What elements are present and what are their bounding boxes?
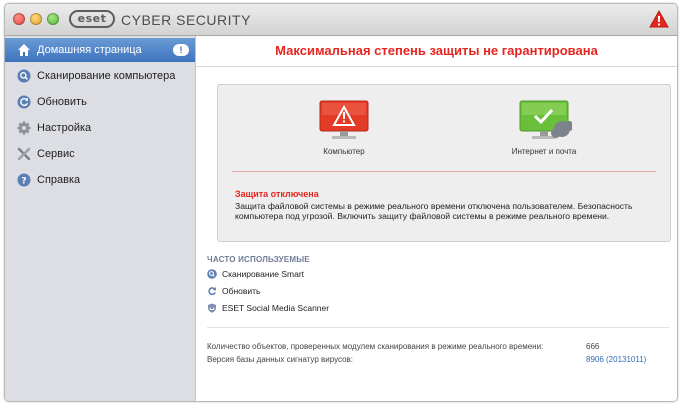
computer-status-card[interactable]: Компьютер [274, 99, 414, 161]
help-icon: ? [17, 173, 31, 187]
sidebar-item-update[interactable]: Обновить [5, 90, 195, 114]
svg-text:?: ? [21, 177, 26, 187]
faq-item-label: Сканирование Smart [222, 269, 305, 279]
main-panel: Максимальная степень защиты не гарантиро… [196, 36, 677, 401]
stats-divider [207, 327, 669, 328]
computer-status-label: Компьютер [323, 147, 365, 156]
sidebar-item-setup[interactable]: Настройка [5, 116, 195, 140]
computer-warning-icon [319, 100, 369, 139]
faq-item-label: Обновить [222, 286, 261, 296]
minimize-window-button[interactable] [30, 13, 42, 25]
signature-db-version-link[interactable]: 8906 (20131011) [586, 355, 646, 364]
search-icon [207, 269, 217, 279]
sidebar-item-label: Сервис [37, 148, 75, 160]
sidebar-item-help[interactable]: ? Справка [5, 168, 195, 192]
internet-status-card[interactable]: Интернет и почта [474, 99, 614, 161]
app-title: CYBER SECURITY [121, 12, 251, 28]
frequently-used-title: ЧАСТО ИСПОЛЬЗУЕМЫЕ [207, 255, 310, 264]
protection-status-banner: Максимальная степень защиты не гарантиро… [196, 36, 677, 67]
sidebar-item-tools[interactable]: Сервис [5, 142, 195, 166]
warning-text[interactable]: Защита файловой системы в режиме реально… [235, 201, 665, 221]
tools-icon [17, 147, 31, 161]
sidebar-item-label: Обновить [37, 96, 87, 108]
app-window: eset CYBER SECURITY Домашняя страница ! … [4, 3, 678, 402]
alert-triangle-icon[interactable] [649, 10, 669, 28]
sidebar-item-label: Настройка [37, 122, 92, 134]
eset-logo: eset [69, 10, 115, 28]
internet-status-label: Интернет и почта [511, 147, 577, 156]
warning-title: Защита отключена [235, 189, 319, 199]
scanned-objects-label: Количество объектов, проверенных модулем… [207, 342, 544, 351]
title-bar: eset CYBER SECURITY [5, 4, 677, 36]
scanned-objects-value: 666 [586, 342, 600, 351]
sidebar: Домашняя страница ! Сканирование компьют… [5, 36, 196, 401]
faq-item-label: ESET Social Media Scanner [222, 303, 330, 313]
close-window-button[interactable] [13, 13, 25, 25]
shield-icon [208, 303, 216, 313]
zoom-window-button[interactable] [47, 13, 59, 25]
refresh-icon [17, 95, 31, 109]
sidebar-item-label: Справка [37, 174, 81, 186]
signature-db-label: Версия базы данных сигнатур вирусов: [207, 355, 353, 364]
alert-badge: ! [173, 44, 189, 56]
sidebar-item-label: Сканирование компьютера [37, 70, 176, 82]
internet-ok-icon [519, 100, 572, 139]
sidebar-item-home[interactable]: Домашняя страница ! [5, 38, 195, 62]
refresh-icon [208, 287, 216, 296]
gear-icon [17, 121, 31, 135]
home-icon [18, 44, 30, 56]
sidebar-item-computer-scan[interactable]: Сканирование компьютера [5, 64, 195, 88]
sidebar-item-label: Домашняя страница [37, 44, 142, 56]
protection-status-box: Компьютер Интернет и почта Защита отключ… [217, 84, 671, 242]
status-divider [232, 171, 656, 172]
search-icon [17, 69, 31, 83]
